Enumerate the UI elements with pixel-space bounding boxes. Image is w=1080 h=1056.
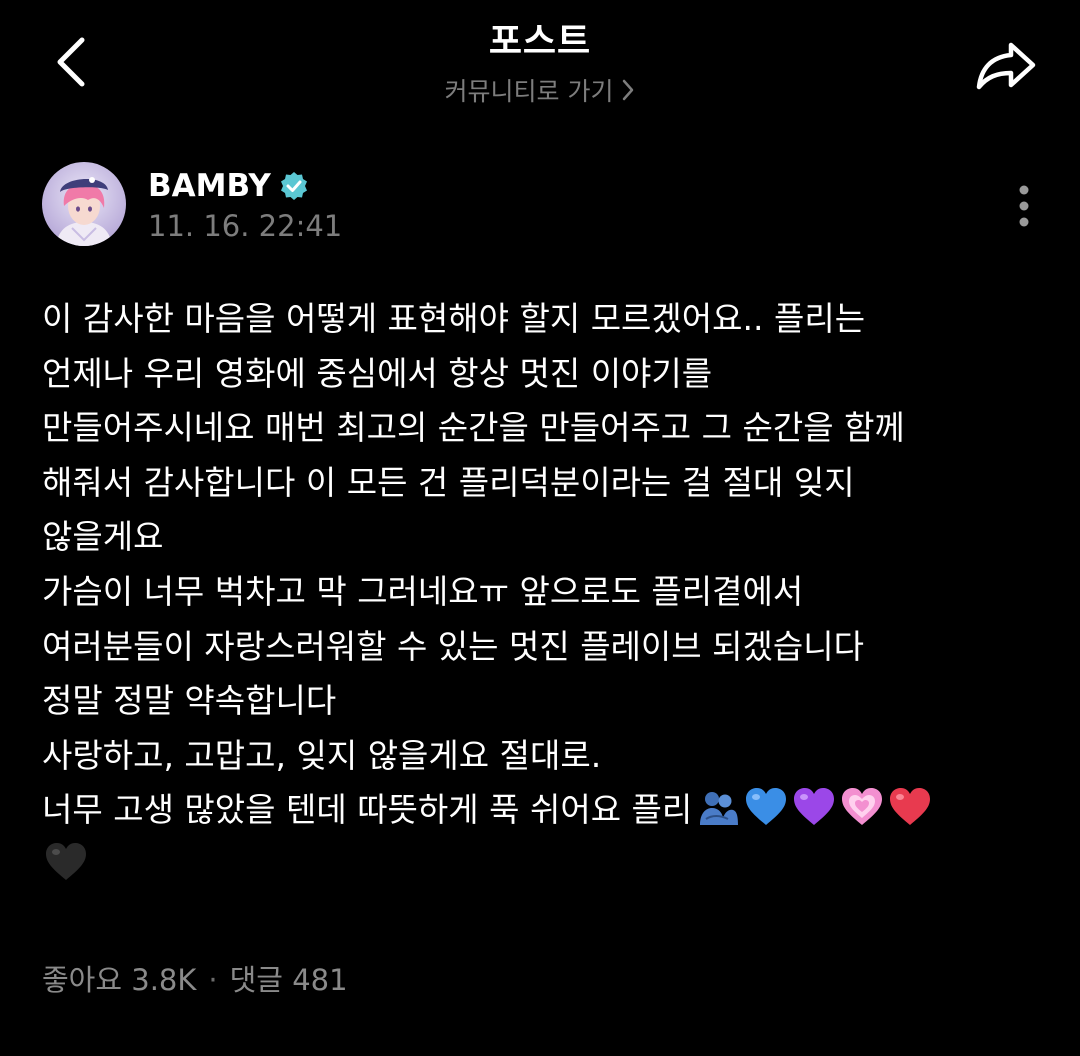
- more-vertical-icon: [1019, 185, 1029, 227]
- likes-label: 좋아요: [42, 963, 123, 997]
- post-text-line: 해줘서 감사합니다 이 모든 건 플리덕분이라는 걸 절대 잊지: [42, 462, 855, 502]
- comments-count: 481: [292, 963, 348, 997]
- hugging-people-emoji: [700, 792, 739, 826]
- post-text-line: 않을게요: [42, 517, 164, 557]
- post-body: 이 감사한 마음을 어떻게 표현해야 할지 모르겠어요.. 플리는 언제나 우리…: [42, 292, 1042, 893]
- post-timestamp: 11. 16. 22:41: [148, 209, 343, 243]
- community-link[interactable]: 커뮤니티로 가기: [0, 72, 1080, 108]
- post-text-line: 여러분들이 자랑스러워할 수 있는 멋진 플레이브 되겠습니다: [42, 626, 864, 666]
- likes-stat[interactable]: 좋아요 3.8K: [42, 960, 196, 1000]
- author-info: BAMBY: [148, 164, 309, 208]
- likes-count: 3.8K: [131, 963, 197, 997]
- red-heart-emoji: [890, 788, 931, 826]
- post-text-line: 사랑하고, 고맙고, 잊지 않을게요 절대로.: [42, 735, 602, 775]
- author-avatar[interactable]: [42, 162, 126, 246]
- community-link-label: 커뮤니티로 가기: [444, 77, 614, 106]
- avatar-image: [42, 162, 126, 246]
- verified-badge-icon: [280, 172, 307, 200]
- author-name[interactable]: BAMBY: [148, 164, 271, 208]
- post-text-line-emoji: [42, 838, 1042, 893]
- post-stats: 좋아요 3.8K · 댓글 481: [42, 960, 348, 1000]
- stats-separator: ·: [208, 963, 218, 997]
- page-title: 포스트: [488, 21, 592, 62]
- more-options-button[interactable]: [1004, 180, 1044, 232]
- post-text-segment: 너무 고생 많았을 텐데 따뜻하게 푹 쉬어요 플리: [42, 790, 693, 830]
- share-arrow-icon: [976, 42, 1036, 90]
- post-text-line-with-emojis: 너무 고생 많았을 텐데 따뜻하게 푹 쉬어요 플리: [42, 783, 1042, 838]
- comments-stat[interactable]: 댓글 481: [230, 960, 348, 1000]
- post-text-line: 가슴이 너무 벅차고 막 그러네요ㅠ 앞으로도 플리곁에서: [42, 571, 804, 611]
- post-text-line: 만들어주시네요 매번 최고의 순간을 만들어주고 그 순간을 함께: [42, 408, 905, 448]
- growing-heart-emoji: [842, 788, 883, 826]
- post-text-line: 정말 정말 약속합니다: [42, 681, 337, 721]
- comments-label: 댓글: [229, 963, 283, 997]
- share-button[interactable]: [970, 30, 1042, 102]
- top-bar: 포스트 커뮤니티로 가기: [0, 0, 1080, 130]
- black-heart-emoji: [46, 842, 86, 880]
- purple-heart-emoji: [794, 788, 835, 826]
- post-text-line: 이 감사한 마음을 어떻게 표현해야 할지 모르겠어요.. 플리는: [42, 299, 866, 338]
- blue-heart-emoji: [746, 788, 787, 826]
- chevron-right-icon: [623, 79, 634, 101]
- post-text-line: 언제나 우리 영화에 중심에서 항상 멋진 이야기를: [42, 353, 713, 393]
